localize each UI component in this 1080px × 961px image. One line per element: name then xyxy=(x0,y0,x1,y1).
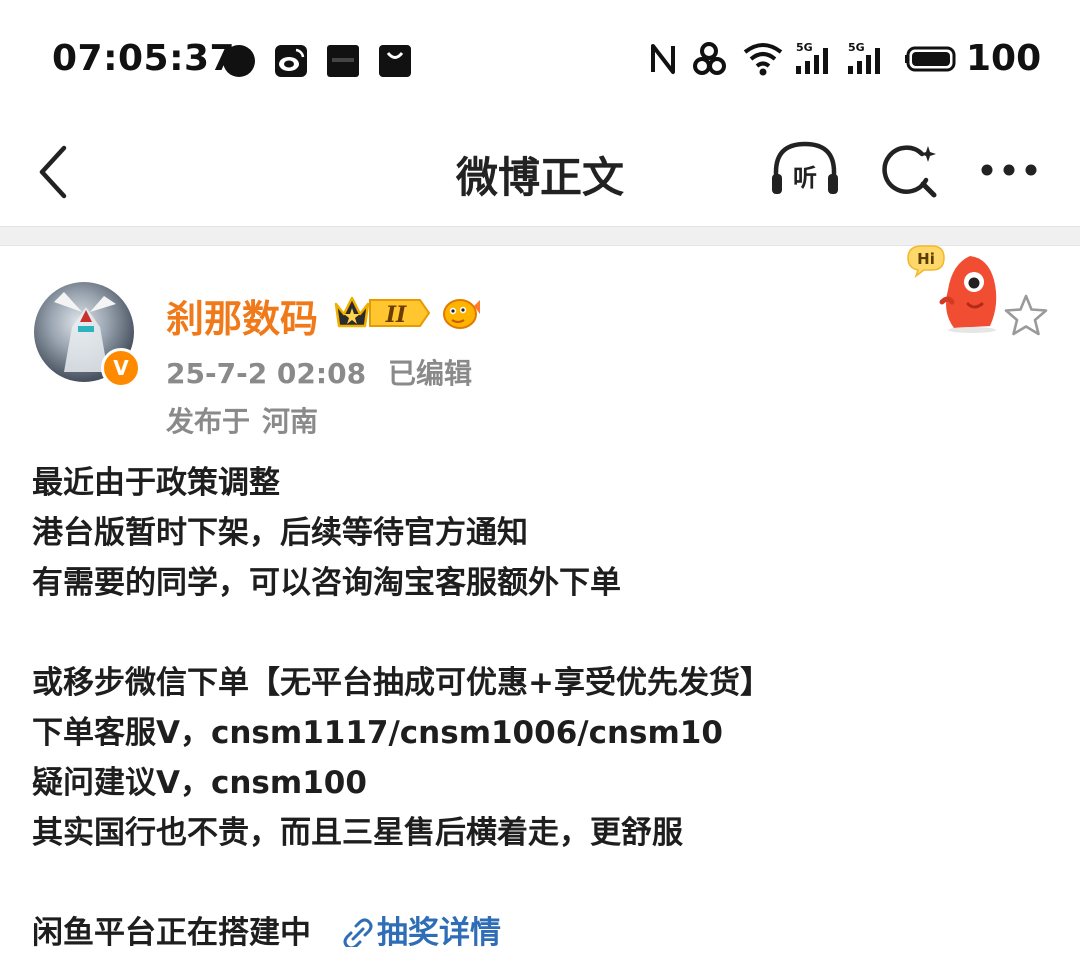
location-city: 河南 xyxy=(262,405,319,438)
weibo-app-icon xyxy=(275,45,307,77)
post-location: 发布于 河南 xyxy=(166,400,318,440)
post-line-4 xyxy=(32,608,1052,658)
hi-mascot-icon[interactable]: Hi xyxy=(902,242,1006,334)
weibo-post-page: 07:05:37 5G 5G 100 微博正文 听 V 刹那数码 II 25-7… xyxy=(0,0,1080,961)
post-last-text: 闲鱼平台正在搭建中 xyxy=(32,915,311,951)
star-icon[interactable] xyxy=(1002,292,1050,338)
battery-icon xyxy=(905,46,956,72)
shopping-bag-icon xyxy=(379,45,411,77)
notification-dot-icon xyxy=(223,45,255,77)
nfc-icon xyxy=(651,44,675,74)
lottery-link-text: 抽奖详情 xyxy=(377,915,501,951)
status-bar: 07:05:37 5G 5G 100 xyxy=(0,0,1080,120)
location-prefix: 发布于 xyxy=(166,405,251,438)
wifi-icon xyxy=(743,43,783,76)
username[interactable]: 刹那数码 xyxy=(166,288,318,343)
verified-badge: V xyxy=(101,348,141,388)
hi-bubble-text: Hi xyxy=(917,250,935,268)
edited-label[interactable]: 已编辑 xyxy=(388,357,472,390)
search-icon[interactable] xyxy=(878,140,940,202)
post-line-2: 港台版暂时下架，后续等待官方通知 xyxy=(32,515,528,551)
post-date: 25-7-2 02:08 xyxy=(166,357,367,390)
app-notification-icon xyxy=(327,45,359,77)
post-body: 最近由于政策调整 港台版暂时下架，后续等待官方通知 有需要的同学，可以咨询淘宝客… xyxy=(32,458,1052,958)
post-line-3: 有需要的同学，可以咨询淘宝客服额外下单 xyxy=(32,565,621,601)
listen-label: 听 xyxy=(793,164,817,192)
post-line-8: 其实国行也不贵，而且三星售后横着走，更舒服 xyxy=(32,815,683,851)
vip-rank-badge[interactable]: II xyxy=(332,292,432,334)
signal-5g-icon-1: 5G xyxy=(796,41,828,74)
signal-label-2: 5G xyxy=(848,41,865,54)
link-icon xyxy=(343,918,373,950)
post-line-6: 下单客服V，cnsm1117/cnsm1006/cnsm10 xyxy=(32,715,723,751)
post-line-5: 或移步微信下单【无平台抽成可优惠+享受优先发货】 xyxy=(32,665,771,701)
link-chain-icon xyxy=(693,42,726,75)
signal-5g-icon-2: 5G xyxy=(848,41,880,74)
signal-label-1: 5G xyxy=(796,41,813,54)
post-line-10: 闲鱼平台正在搭建中 抽奖详情 xyxy=(32,908,1052,958)
post-line-1: 最近由于政策调整 xyxy=(32,465,280,501)
more-dots-icon[interactable] xyxy=(978,158,1042,182)
post-meta: 25-7-2 02:08 已编辑 xyxy=(166,352,472,392)
post-line-7: 疑问建议V，cnsm100 xyxy=(32,765,367,801)
status-time: 07:05:37 xyxy=(52,38,236,79)
nav-bar: 微博正文 听 xyxy=(0,120,1080,226)
headphones-icon[interactable]: 听 xyxy=(768,138,842,202)
fish-badge-icon xyxy=(443,299,480,329)
rank-badge-text: II xyxy=(385,302,407,328)
battery-level: 100 xyxy=(966,38,1042,79)
lottery-link[interactable]: 抽奖详情 xyxy=(341,915,501,951)
post-line-9 xyxy=(32,858,1052,908)
